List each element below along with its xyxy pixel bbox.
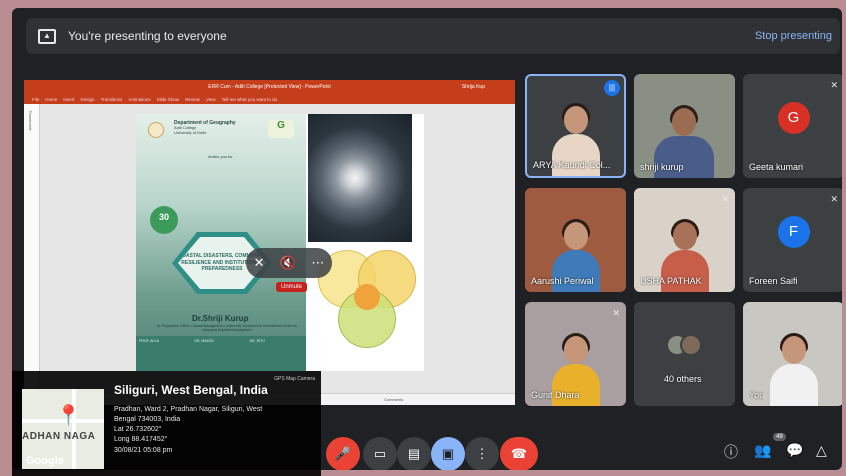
- mic-off-icon[interactable]: ✕: [254, 255, 265, 271]
- ppt-title-bar: ERR Cum - Aditi College [Protected View]…: [24, 80, 515, 94]
- more-options-button[interactable]: ⋮: [465, 437, 499, 470]
- stop-presenting-button[interactable]: Stop presenting: [755, 30, 832, 42]
- presenting-text: You're presenting to everyone: [68, 29, 227, 43]
- ribbon-tab[interactable]: Slide Show: [157, 97, 180, 102]
- people-icon[interactable]: 👥: [754, 442, 771, 459]
- location-details: Pradhan, Ward 2, Pradhan Nagar, Siliguri…: [114, 405, 262, 456]
- ppt-user: Shrija Kup: [461, 84, 485, 90]
- participant-name: Foreen Saifi: [749, 276, 798, 286]
- participant-name: ARYA Kaundi Col...: [533, 160, 611, 170]
- shared-presentation: ERR Cum - Aditi College [Protected View]…: [24, 80, 515, 405]
- participant-tile[interactable]: ✕ G Geeta kumari: [743, 74, 842, 178]
- participant-tile[interactable]: ✕ F Foreen Saifi: [743, 188, 842, 292]
- date-badge: 30: [150, 206, 178, 234]
- unmute-button[interactable]: Unmute: [276, 282, 308, 292]
- avatar: G: [777, 101, 810, 134]
- participant-name: You: [749, 390, 765, 400]
- others-avatars: [666, 334, 702, 356]
- gps-brand: GPS Map Camera: [274, 376, 315, 382]
- others-count: 40 others: [664, 374, 702, 384]
- ribbon-tab[interactable]: Insert: [63, 97, 74, 102]
- timestamp: 30/08/21 05:08 pm: [114, 446, 173, 454]
- participant-tile[interactable]: ✕ Gunit Dhara: [525, 302, 626, 406]
- mic-off-icon: ✕: [721, 194, 729, 204]
- leave-call-button[interactable]: ☎: [500, 437, 538, 470]
- participant-tile[interactable]: 40 others: [634, 302, 735, 406]
- captions-button[interactable]: ▤: [397, 437, 431, 470]
- venn-center: [354, 284, 380, 310]
- presenting-banner: ▲ You're presenting to everyone Stop pre…: [26, 18, 840, 54]
- gps-location-overlay: 📍 ADHAN NAGA Google GPS Map Camera Silig…: [12, 371, 321, 476]
- volume-off-icon[interactable]: 🔇: [280, 255, 296, 271]
- cyclone-satellite-image: [308, 114, 412, 242]
- venn-diagram: [318, 250, 418, 365]
- participant-video: [766, 333, 822, 406]
- mic-off-icon: ✕: [830, 194, 838, 204]
- activities-icon[interactable]: △: [816, 442, 827, 459]
- avatar: F: [777, 215, 810, 248]
- footer-item: DR. RITU: [249, 339, 265, 343]
- ribbon-tab[interactable]: Home: [45, 97, 57, 102]
- participant-name: Geeta kumari: [749, 162, 804, 172]
- participant-tile[interactable]: You: [743, 302, 842, 406]
- mic-off-button[interactable]: 🎤: [326, 437, 360, 470]
- ribbon-tab[interactable]: Animations: [128, 97, 150, 102]
- slide-footer: PROF. ALKA DR. MAMTA DR. RITU: [136, 336, 306, 371]
- thumbnails-label: Thumbnails: [28, 110, 33, 131]
- present-screen-icon: ▲: [38, 28, 56, 44]
- comments-button[interactable]: Comments: [384, 397, 403, 402]
- footer-item: PROF. ALKA: [139, 339, 160, 343]
- participant-name: Gunit Dhara: [531, 390, 580, 400]
- chat-icon[interactable]: 💬: [786, 442, 803, 459]
- ribbon-tab[interactable]: Design: [81, 97, 95, 102]
- footer-item: DR. MAMTA: [194, 339, 214, 343]
- google-logo: Google: [26, 455, 64, 467]
- participant-tile[interactable]: ||| ARYA Kaundi Col...: [525, 74, 626, 178]
- participant-tile[interactable]: Aarushi Periwal: [525, 188, 626, 292]
- ribbon-tab[interactable]: File: [32, 97, 39, 102]
- slide: Department of Geography Aditi College Un…: [136, 114, 424, 371]
- map-pin-icon: 📍: [56, 405, 81, 427]
- invite-text: invites you for: [208, 154, 233, 159]
- info-icon[interactable]: ⓘ: [724, 442, 738, 462]
- participant-tile[interactable]: ✕ USHA PATHAK: [634, 188, 735, 292]
- longitude: Long 88.417452°: [114, 436, 168, 444]
- ppt-body: Thumbnails Department of Geography Aditi…: [24, 104, 515, 405]
- participant-name: shriji kurup: [640, 162, 684, 172]
- location-title: Siliguri, West Bengal, India: [114, 383, 268, 397]
- speaking-icon: |||: [604, 80, 620, 96]
- ribbon-search[interactable]: Tell me what you want to do: [222, 97, 278, 102]
- address-line: Bengal 734003, India: [114, 416, 181, 424]
- speaker-designation: Sr. Programme Officer, Coastal Managemen…: [156, 324, 298, 333]
- ppt-ribbon: File Home Insert Design Transitions Anim…: [24, 94, 515, 104]
- latitude: Lat 26.732602°: [114, 426, 162, 434]
- map-area-label: ADHAN NAGA: [22, 431, 96, 442]
- thumbnail-rail[interactable]: Thumbnails: [24, 104, 40, 393]
- address-line: Pradhan, Ward 2, Pradhan Nagar, Siliguri…: [114, 406, 263, 413]
- university-text: University of Delhi: [174, 129, 207, 135]
- mute-popup: ✕ 🔇 ⋯: [246, 248, 332, 278]
- camera-button[interactable]: ▭: [363, 437, 397, 470]
- ribbon-tab[interactable]: View: [206, 97, 216, 102]
- ribbon-tab[interactable]: Review: [185, 97, 200, 102]
- mic-off-icon: ✕: [612, 308, 620, 318]
- present-now-button[interactable]: ▣: [431, 437, 465, 470]
- participant-count-badge: 49: [773, 433, 786, 441]
- mini-map: 📍 ADHAN NAGA Google: [22, 389, 104, 469]
- slide-department: Department of Geography Aditi College Un…: [174, 120, 236, 136]
- participant-name: Aarushi Periwal: [531, 276, 594, 286]
- event-logo: G: [268, 120, 294, 138]
- mic-off-icon: ✕: [830, 80, 838, 90]
- participant-name: USHA PATHAK: [640, 276, 702, 286]
- participant-tile[interactable]: shriji kurup: [634, 74, 735, 178]
- ppt-title: ERR Cum - Aditi College [Protected View]…: [208, 84, 331, 90]
- college-logo: [148, 122, 164, 138]
- more-icon[interactable]: ⋯: [311, 255, 324, 271]
- speaker-name: Dr.Shriji Kurup: [192, 314, 249, 323]
- ribbon-tab[interactable]: Transitions: [101, 97, 123, 102]
